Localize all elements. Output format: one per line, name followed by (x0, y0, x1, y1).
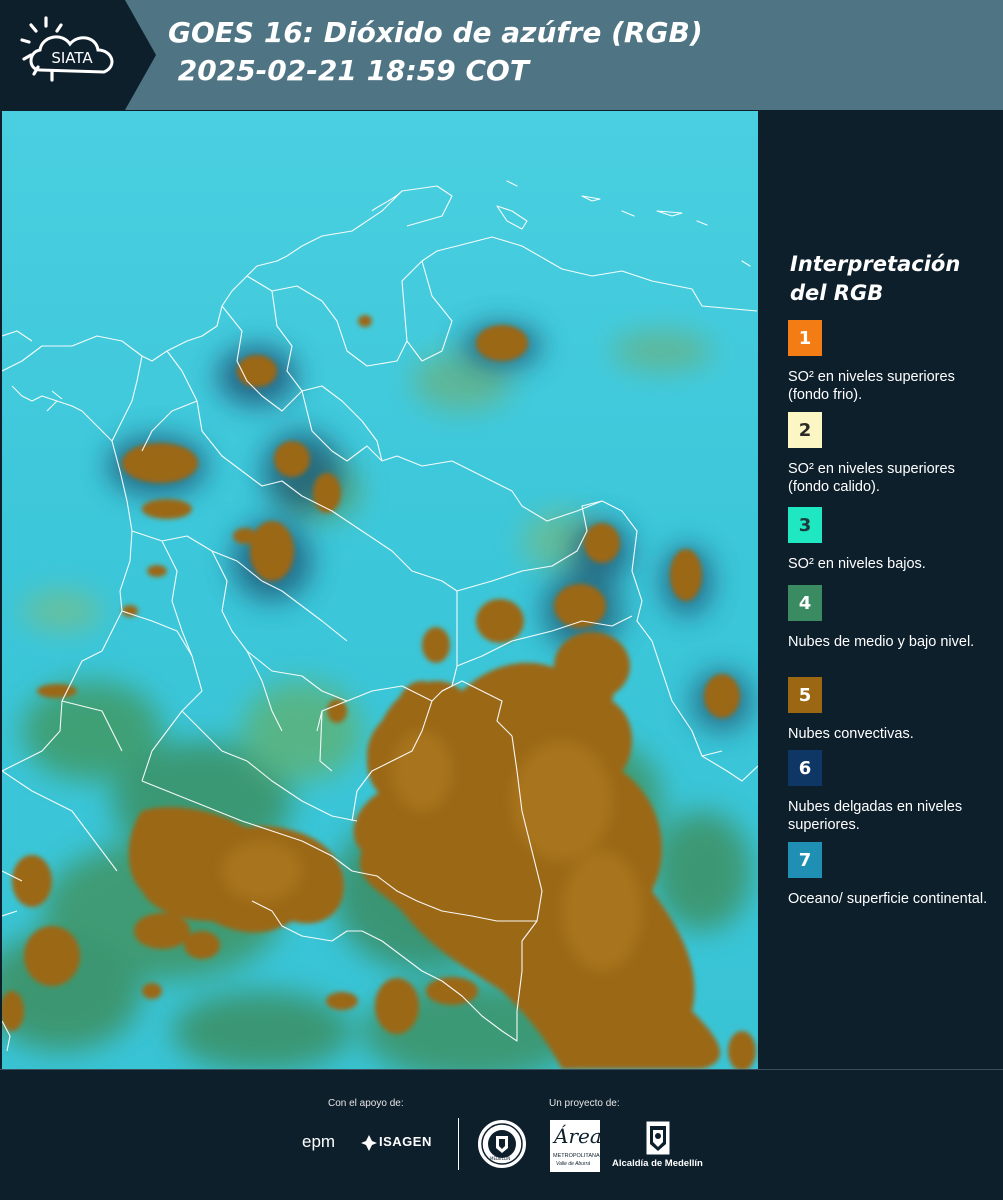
legend-number: 1 (798, 327, 812, 349)
page: SIATA GOES 16: Dióxido de azúfre (RGB) 2… (0, 0, 1003, 1200)
legend-swatch: 6 (788, 750, 822, 786)
legend-number: 3 (798, 514, 812, 536)
legend-title: Interpretación del RGB (790, 252, 961, 305)
legend-item: 5 Nubes convectivas. (788, 677, 998, 743)
legend-swatch: 7 (788, 842, 822, 878)
area-metropolitana-logo[interactable]: Área METROPOLITANA Valle de Aburrá (550, 1120, 602, 1172)
siata-logo[interactable]: SIATA (0, 0, 158, 110)
legend-label: SO² en niveles bajos. (788, 556, 926, 572)
support-label: Con el apoyo de: (328, 1098, 404, 1109)
legend-number: 4 (798, 592, 812, 614)
footer-divider (458, 1118, 459, 1170)
legend-label: Nubes de medio y bajo nivel. (788, 634, 975, 650)
legend-number: 2 (798, 419, 812, 441)
isagen-logo[interactable]: ISAGEN (360, 1132, 442, 1154)
legend-item: 1 SO² en niveles superiores (fondo frio). (788, 320, 998, 404)
coat-of-arms-icon (645, 1120, 671, 1156)
legend-number: 6 (798, 757, 812, 779)
epm-logo[interactable]: epm (302, 1132, 356, 1154)
legend-item: 6 Nubes delgadas en niveles superiores. (788, 750, 998, 834)
medellin-seal-logo[interactable]: MEDELLÍN (478, 1120, 526, 1168)
legend-label: Oceano/ superficie continental. (788, 891, 988, 907)
logo-text: SIATA (51, 49, 93, 67)
area-logo-sub1: METROPOLITANA (553, 1153, 600, 1159)
legend-label: SO² en niveles superiores (fondo frio). (788, 369, 955, 403)
epm-logo-text: epm (302, 1132, 336, 1151)
title-line-1: GOES 16: Dióxido de azúfre (RGB) (168, 16, 703, 49)
footer: Con el apoyo de: Un proyecto de: epm ISA… (0, 1069, 1003, 1200)
title-line-2: 2025-02-21 18:59 COT (168, 54, 529, 87)
legend-item: 2 SO² en niveles superiores (fondo calido… (788, 412, 998, 496)
legend-label: Nubes convectivas. (788, 726, 914, 742)
legend-swatch: 4 (788, 585, 822, 621)
header-bar: SIATA GOES 16: Dióxido de azúfre (RGB) 2… (0, 0, 1003, 110)
legend-swatch: 2 (788, 412, 822, 448)
alcaldia-logo-text: Alcaldía de Medellín (612, 1158, 703, 1169)
area-logo-sub2: Valle de Aburrá (556, 1161, 591, 1167)
legend-item: 7 Oceano/ superficie continental. (788, 842, 998, 908)
isagen-icon (361, 1135, 377, 1151)
isagen-logo-text: ISAGEN (379, 1134, 432, 1149)
page-title: GOES 16: Dióxido de azúfre (RGB) 2025-02… (168, 14, 703, 90)
legend-swatch: 1 (788, 320, 822, 356)
alcaldia-logo[interactable]: Alcaldía de Medellín (612, 1120, 707, 1172)
legend-swatch: 3 (788, 507, 822, 543)
satellite-map[interactable] (2, 111, 758, 1069)
legend-number: 5 (798, 684, 812, 706)
area-logo-text: Área (554, 1124, 602, 1148)
legend-label: Nubes delgadas en niveles superiores. (788, 799, 963, 833)
legend-label: SO² en niveles superiores (fondo calido)… (788, 461, 955, 495)
legend-item: 4 Nubes de medio y bajo nivel. (788, 585, 998, 651)
legend-swatch: 5 (788, 677, 822, 713)
project-label: Un proyecto de: (549, 1098, 620, 1109)
legend-panel: Interpretación del RGB 1 SO² en niveles s… (760, 110, 1003, 1068)
seal-text: MEDELLÍN (490, 1156, 511, 1161)
legend-item: 3 SO² en niveles bajos. (788, 507, 998, 573)
legend-number: 7 (798, 849, 812, 871)
